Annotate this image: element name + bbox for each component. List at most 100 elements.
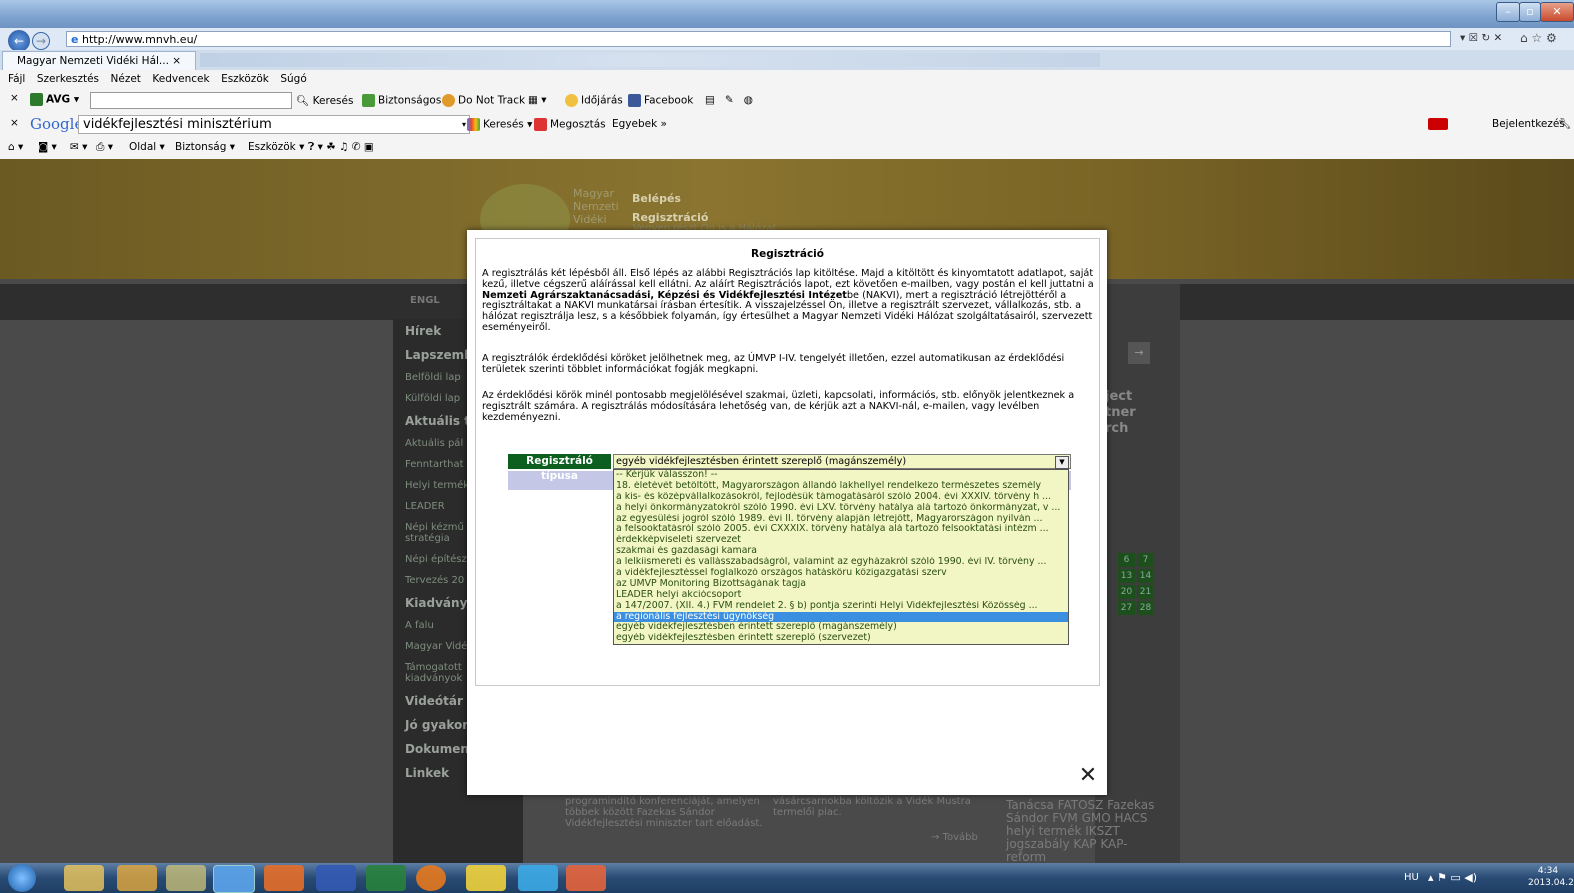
- avg-search-input[interactable]: [90, 92, 292, 109]
- explorer-icon[interactable]: [64, 865, 104, 891]
- calendar-day[interactable]: 21: [1137, 585, 1154, 599]
- help-icon[interactable]: ❓︎ ▾ ☘ ♫ ✆ ▣: [308, 141, 374, 154]
- benefits-paragraph: Az érdeklődési körök minél pontosabb meg…: [482, 390, 1075, 423]
- modal-close-button[interactable]: ✕: [1078, 765, 1098, 787]
- internet-explorer-icon[interactable]: [213, 865, 255, 893]
- google-search-input[interactable]: vidékfejlesztési minisztérium ▾: [78, 115, 470, 134]
- google-share-button[interactable]: Megosztás: [534, 118, 606, 131]
- toolbar-close-icon[interactable]: ×: [10, 117, 19, 129]
- clock[interactable]: 4:342013.04.29.: [1528, 865, 1574, 889]
- command-bar: ⌂ ▾ ◙ ▾ ✉ ▾ ⎙ ▾ Oldal ▾ Biztonság ▾ Eszk…: [0, 137, 1574, 160]
- tray-icons[interactable]: ▴ ⚑ ▭ ◀︎): [1428, 871, 1477, 884]
- gplus-icon[interactable]: [1428, 118, 1448, 130]
- avg-dnt-button[interactable]: Do Not Track: [442, 94, 525, 107]
- skype-icon[interactable]: [518, 865, 558, 891]
- select-option[interactable]: a vidékfejlesztéssel foglalkozó országos…: [614, 568, 1068, 579]
- back-button[interactable]: ←: [8, 30, 30, 52]
- folder-icon[interactable]: [117, 865, 157, 891]
- menu-tools[interactable]: Eszközök: [221, 73, 269, 85]
- select-option[interactable]: érdekképviseleti szervezet: [614, 535, 1068, 547]
- google-login-button[interactable]: Bejelentkezés: [1492, 118, 1565, 130]
- select-option[interactable]: -- Kérjük válasszon! --: [614, 470, 1068, 481]
- calendar-day[interactable]: 28: [1137, 601, 1154, 615]
- print-icon[interactable]: ⎙ ▾: [96, 141, 113, 154]
- menu-edit[interactable]: Szerkesztés: [37, 73, 99, 85]
- select-option[interactable]: a 147/2007. (XII. 4.) FVM rendelet 2. § …: [614, 600, 1068, 612]
- avg-safe-button[interactable]: Biztonságos: [362, 94, 441, 107]
- files-icon[interactable]: [166, 865, 206, 891]
- language-indicator[interactable]: HU: [1404, 872, 1419, 883]
- avg-weather-button[interactable]: Időjárás: [565, 94, 623, 107]
- nav-english[interactable]: ENGL: [410, 295, 440, 306]
- select-option[interactable]: az egyesülési jogról szóló 1989. évi II.…: [614, 513, 1068, 525]
- calendar-day[interactable]: 27: [1118, 601, 1135, 615]
- calendar-day[interactable]: 20: [1118, 585, 1135, 599]
- interest-paragraph: A regisztrálók érdeklődési köröket jelöl…: [482, 353, 1065, 375]
- select-option[interactable]: egyéb vidékfejlesztésben érintett szerep…: [614, 633, 1068, 645]
- safety-menu[interactable]: Biztonság ▾: [175, 141, 235, 153]
- share-icon: [534, 118, 547, 131]
- select-option[interactable]: a lelkiismereti és vallásszabadságról, v…: [614, 557, 1068, 569]
- wrench-icon[interactable]: 🔧︎: [1558, 117, 1571, 130]
- select-option[interactable]: szakmai és gazdasági kamara: [614, 546, 1068, 558]
- menu-view[interactable]: Nézet: [111, 73, 141, 85]
- calendar-day[interactable]: 14: [1137, 569, 1154, 583]
- avg-logo[interactable]: AVG ▾: [30, 93, 79, 106]
- login-link[interactable]: Belépés: [632, 189, 708, 208]
- app-icon[interactable]: [466, 865, 506, 891]
- mail-icon[interactable]: ✉ ▾: [70, 141, 87, 153]
- avg-facebook-button[interactable]: Facebook: [628, 94, 693, 107]
- select-option[interactable]: a regionális fejlesztési ügynökség: [614, 611, 1068, 623]
- select-option[interactable]: LEADER helyi akciócsoport: [614, 589, 1068, 601]
- avg-search-button[interactable]: 🔍︎ Keresés: [296, 94, 353, 107]
- minimize-button[interactable]: –: [1496, 2, 1520, 22]
- blurred-tabs: [200, 53, 1100, 67]
- menu-favorites[interactable]: Kedvencek: [152, 73, 209, 85]
- select-option[interactable]: a felsooktatásról szóló 2005. évi CXXXIX…: [614, 524, 1068, 536]
- calendar-day[interactable]: 13: [1118, 569, 1135, 583]
- tag-cloud[interactable]: Tanácsa FATOSZ Fazekas Sándor FVM GMO HA…: [1006, 799, 1156, 864]
- toolbar-close-icon[interactable]: ×: [10, 92, 19, 104]
- avg-extra-icons[interactable]: ▤ ✎ ◍: [705, 94, 753, 106]
- select-option[interactable]: egyéb vidékfejlesztésben érintett szerep…: [614, 622, 1068, 634]
- ie-icon: e: [71, 33, 79, 46]
- avg-news-icon[interactable]: ▦ ▾: [528, 94, 547, 106]
- news-more-link[interactable]: → Tovább: [931, 832, 978, 843]
- right-sidebar: → ject tner rch 6 7 13 14 20 21 27 28: [1095, 284, 1180, 863]
- calendar-day[interactable]: 7: [1137, 553, 1154, 567]
- registrant-type-select[interactable]: egyéb vidékfejlesztésben érintett szerep…: [613, 454, 1071, 469]
- forward-button[interactable]: →: [32, 32, 50, 50]
- select-option[interactable]: 18. életévét betöltött, Magyarországon á…: [614, 480, 1068, 492]
- firefox-icon[interactable]: [416, 865, 446, 891]
- menu-file[interactable]: Fájl: [8, 73, 25, 85]
- address-actions[interactable]: ▾ ☒ ↻ ✕: [1460, 32, 1502, 44]
- feeds-icon[interactable]: ◙ ▾: [38, 141, 57, 153]
- select-option[interactable]: a kis- és középvállalkozásokról, fejlodé…: [614, 491, 1068, 503]
- page-menu[interactable]: Oldal ▾: [129, 141, 165, 153]
- excel-icon[interactable]: [366, 865, 406, 891]
- select-option[interactable]: az ÚMVP Monitoring Bizottságának tagja: [614, 578, 1068, 590]
- tab-active[interactable]: Magyar Nemzeti Vidéki Hál... ×: [2, 51, 196, 70]
- home-icon[interactable]: ⌂ ▾: [8, 141, 23, 153]
- tools-menu[interactable]: Eszközök ▾: [248, 141, 304, 153]
- chevron-down-icon[interactable]: ▼: [1055, 456, 1069, 469]
- app2-icon[interactable]: [566, 865, 606, 891]
- tab-close-icon[interactable]: ×: [172, 55, 181, 67]
- google-search-icon: [467, 118, 480, 131]
- menu-help[interactable]: Súgó: [280, 73, 306, 85]
- calendar-day[interactable]: 6: [1118, 553, 1135, 567]
- word-icon[interactable]: [316, 865, 356, 891]
- select-option[interactable]: a helyi önkormányzatokról szóló 1990. év…: [614, 502, 1068, 514]
- arrow-right-icon[interactable]: →: [1128, 342, 1150, 364]
- home-favorites-tools-icons[interactable]: ⌂ ☆ ⚙: [1520, 31, 1557, 45]
- media-icon[interactable]: [264, 865, 304, 891]
- news-strip: programindító konferenciáját, amelyen tö…: [555, 784, 1015, 863]
- chevron-down-icon[interactable]: ▾: [462, 116, 466, 133]
- maximize-button[interactable]: ▫: [1519, 2, 1541, 22]
- close-window-button[interactable]: ✕: [1540, 2, 1574, 22]
- shield-icon: [362, 94, 375, 107]
- start-button[interactable]: [8, 864, 36, 892]
- url-input[interactable]: e http://www.mnvh.eu/: [66, 31, 1451, 47]
- google-search-button[interactable]: Keresés ▾: [467, 118, 532, 131]
- google-more-button[interactable]: Egyebek »: [612, 118, 667, 130]
